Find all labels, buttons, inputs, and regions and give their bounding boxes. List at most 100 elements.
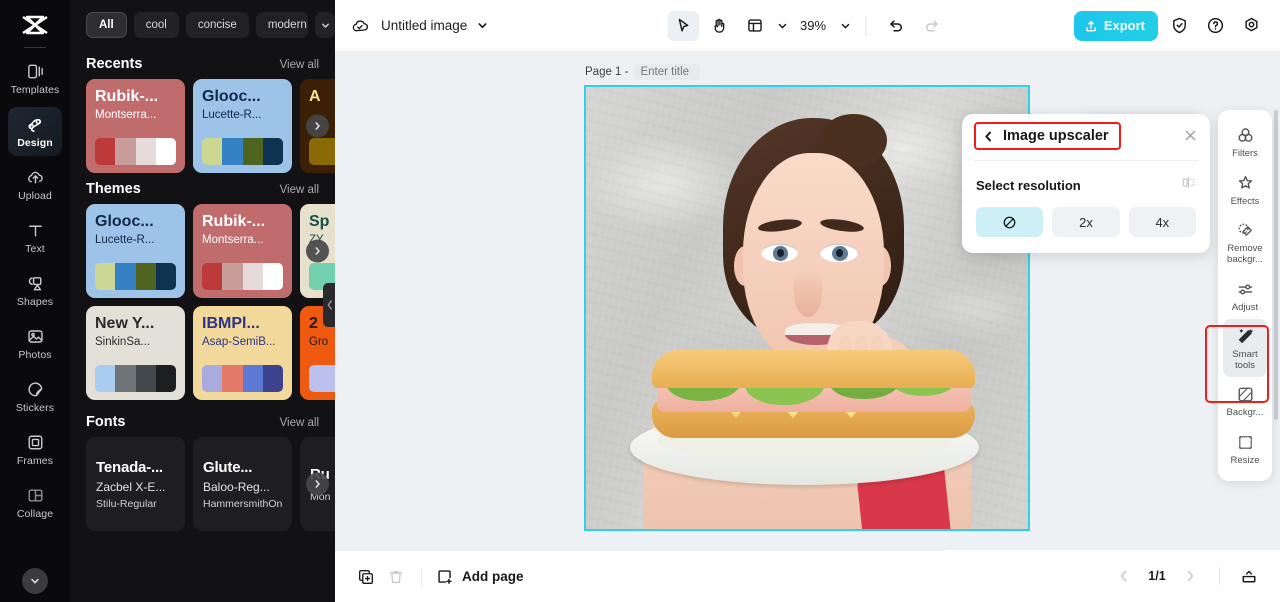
section-header-themes: Themes View all <box>70 173 335 204</box>
section-header-recents: Recents View all <box>70 48 335 79</box>
chip-cool[interactable]: cool <box>133 12 179 38</box>
main-area: Untitled image 39% Export Page 1 - Enter… <box>335 0 1280 602</box>
image-upscaler-panel: Image upscaler Select resolution 2x 4x <box>962 114 1210 253</box>
sidebar-item-label: Upload <box>18 190 52 203</box>
tool-filters[interactable]: Filters <box>1218 118 1272 166</box>
tool-effects[interactable]: Effects <box>1218 166 1272 214</box>
chevron-down-icon[interactable] <box>476 19 489 32</box>
export-button[interactable]: Export <box>1073 10 1158 41</box>
sidebar-item-frames[interactable]: Frames <box>8 425 62 474</box>
add-page-button[interactable]: Add page <box>436 568 524 586</box>
view-all-fonts[interactable]: View all <box>280 417 319 429</box>
chevron-right-icon[interactable] <box>1175 561 1205 591</box>
tool-label: Adjust <box>1231 301 1259 313</box>
sidebar-item-label: Text <box>25 243 45 256</box>
resolution-option-none[interactable] <box>976 207 1044 237</box>
tool-smart-tools[interactable]: Smart tools <box>1223 319 1267 378</box>
top-toolbar: Untitled image 39% Export <box>335 0 1280 52</box>
sidebar-item-label: Stickers <box>15 402 55 415</box>
view-all-themes[interactable]: View all <box>280 184 319 196</box>
bottom-bar-right: 1/1 <box>945 550 1280 602</box>
chevron-left-icon[interactable] <box>982 130 995 143</box>
theme-card[interactable]: New Y... SinkinSa... <box>86 306 185 400</box>
cloud-saved-icon[interactable] <box>349 15 371 37</box>
sidebar-item-stickers[interactable]: Stickers <box>8 372 62 421</box>
sidebar-item-collage[interactable]: Collage <box>8 478 62 527</box>
image-bread-top <box>652 349 975 388</box>
tool-resize[interactable]: Resize <box>1218 425 1272 473</box>
chevron-down-icon[interactable] <box>315 12 335 38</box>
recents-card[interactable]: Glooc... Lucette-R... <box>193 79 292 173</box>
layout-grid-icon[interactable] <box>739 11 771 41</box>
capcut-logo-icon[interactable] <box>18 12 52 38</box>
chip-all[interactable]: All <box>86 12 127 38</box>
resolution-options: 2x 4x <box>962 195 1210 237</box>
upscaler-title-highlight[interactable]: Image upscaler <box>974 122 1121 150</box>
cursor-select-icon[interactable] <box>666 10 699 41</box>
compare-split-icon[interactable] <box>1181 175 1196 195</box>
carousel-next-icon[interactable] <box>306 472 329 496</box>
carousel-next-icon[interactable] <box>306 114 329 138</box>
zoom-level[interactable]: 39% <box>800 18 826 33</box>
font-card[interactable]: Tenada-... Zacbel X-E... Stilu-Regular <box>86 437 185 531</box>
gear-icon[interactable] <box>1236 11 1266 41</box>
hand-pan-icon[interactable] <box>703 11 735 41</box>
sidebar-item-design[interactable]: Design <box>8 107 62 156</box>
select-resolution-label: Select resolution <box>976 177 1081 193</box>
card-swatches <box>202 263 283 290</box>
view-all-recents[interactable]: View all <box>280 59 319 71</box>
font-name-tertiary: HammersmithOn... <box>203 497 282 510</box>
chip-concise[interactable]: concise <box>185 12 249 38</box>
card-font-primary: Glooc... <box>202 88 261 105</box>
themes-row-2: New Y... SinkinSa... IBMPl... Asap-SemiB… <box>70 306 335 400</box>
redo-icon[interactable] <box>916 11 948 41</box>
undo-icon[interactable] <box>880 11 912 41</box>
sidebar-item-photos[interactable]: Photos <box>8 319 62 368</box>
trash-icon[interactable] <box>381 562 411 592</box>
duplicate-page-icon[interactable] <box>351 562 381 592</box>
no-upscale-icon <box>1002 215 1017 230</box>
font-name-primary: Tenada-... <box>96 458 163 476</box>
app-root: Templates Design Upload Text Shapes Phot… <box>0 0 1280 602</box>
shield-check-icon[interactable] <box>1164 11 1194 41</box>
font-name-tertiary: Stilu-Regular <box>96 497 157 510</box>
card-swatches <box>202 138 283 165</box>
chevron-down-icon[interactable] <box>22 568 48 594</box>
tool-remove-background[interactable]: Remove backgr... <box>1218 213 1272 271</box>
sidebar-item-templates[interactable]: Templates <box>8 54 62 103</box>
sidebar-item-shapes[interactable]: Shapes <box>8 266 62 315</box>
pages-panel-icon[interactable] <box>1234 561 1264 591</box>
resolution-option-2x[interactable]: 2x <box>1052 207 1120 237</box>
chevron-down-icon[interactable] <box>776 20 788 32</box>
card-font-primary: Sp <box>309 213 330 230</box>
sidebar-item-text[interactable]: Text <box>8 213 62 262</box>
theme-card[interactable]: Glooc... Lucette-R... <box>86 204 185 298</box>
font-name-secondary: Zacbel X-E... <box>96 479 166 494</box>
sidebar-item-upload[interactable]: Upload <box>8 160 62 209</box>
carousel-next-icon[interactable] <box>306 239 329 263</box>
chip-modern[interactable]: modern <box>255 12 309 38</box>
page-title-input[interactable] <box>634 64 701 80</box>
font-name-secondary: Baloo-Reg... <box>203 479 270 494</box>
theme-card[interactable]: IBMPl... Asap-SemiB... <box>193 306 292 400</box>
recents-card[interactable]: Rubik-... Montserra... <box>86 79 185 173</box>
tool-label: Resize <box>1230 455 1260 466</box>
theme-card[interactable]: Rubik-... Montserra... <box>193 204 292 298</box>
image-pupil-right <box>835 248 843 257</box>
tool-adjust[interactable]: Adjust <box>1218 272 1272 320</box>
panel-collapse-handle[interactable] <box>323 283 335 327</box>
page-number-label: Page 1 - <box>585 66 629 78</box>
tool-label: Remove backgr... <box>1227 243 1263 265</box>
image-nose <box>793 268 823 317</box>
tools-scrollbar[interactable] <box>1274 110 1278 420</box>
canvas-area[interactable]: Page 1 - Enter title Image upscaler Sele… <box>335 52 1280 602</box>
close-icon[interactable] <box>1183 128 1198 148</box>
tool-background[interactable]: Backgr... <box>1218 377 1272 425</box>
question-circle-icon[interactable] <box>1200 11 1230 41</box>
document-title[interactable]: Untitled image <box>381 18 467 33</box>
font-card[interactable]: Glute... Baloo-Reg... HammersmithOn... <box>193 437 292 531</box>
resolution-option-4x[interactable]: 4x <box>1128 207 1196 237</box>
chevron-down-icon[interactable] <box>839 20 851 32</box>
chevron-left-icon[interactable] <box>1109 561 1139 591</box>
card-font-secondary: Lucette-R... <box>202 109 262 122</box>
